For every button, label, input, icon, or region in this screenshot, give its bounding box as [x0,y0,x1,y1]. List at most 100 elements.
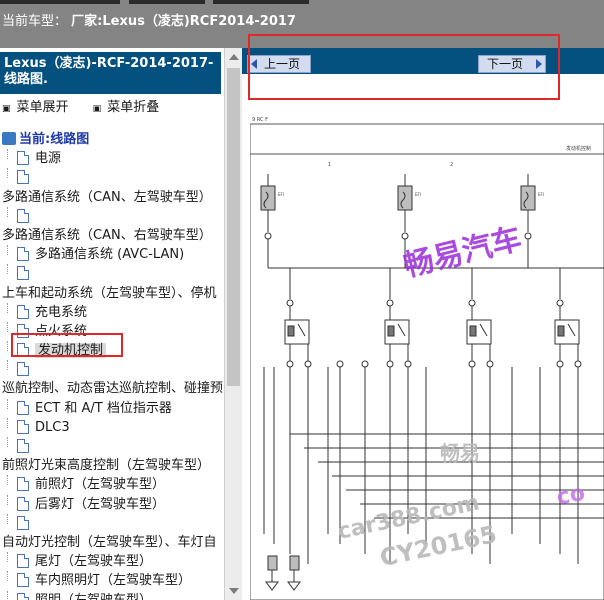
tree-connector [7,168,8,179]
document-icon [17,477,29,492]
tree-connector [7,245,8,256]
document-icon [17,170,29,185]
document-icon [17,400,29,415]
tree-category[interactable]: 前照灯光束高度控制（左驾驶车型） [0,456,224,475]
tab-strip-3[interactable] [213,0,309,4]
connector-pin [574,360,582,368]
tree-item[interactable]: ECT 和 A/T 档位指示器 [0,398,224,418]
tree-category[interactable]: 巡航控制、动态雷达巡航控制、碰撞预 [0,379,224,398]
menu-actions: ▣ 菜单展开 ▣ 菜单折叠 [2,96,179,115]
connector-pin [386,299,394,307]
tree-item[interactable]: 多路通信系统 (AVC-LAN) [0,245,224,264]
sidebar-scrollbar[interactable] [224,48,242,600]
expand-menu-label: 菜单展开 [16,100,69,115]
tree-connector [7,398,8,409]
tree-connector [7,417,8,428]
scroll-thumb[interactable] [227,68,240,386]
tree-item-label: 前照灯光束高度控制（左驾驶车型） [2,458,211,474]
diagram-frame [250,123,604,600]
selected-item-highlight-box [11,333,123,357]
column-marker-2: 2 [450,162,453,168]
ground-symbol [287,581,301,591]
connector-pin [361,360,369,368]
tree-connector [7,571,8,582]
fuse-label: EFI [415,192,421,197]
connector-pin [486,360,494,368]
vehicle-prefix: 当前车型： [2,14,68,29]
tree-item[interactable] [0,264,224,283]
sidebar-title: Lexus（凌志)-RCF-2014-2017- 线路图. [0,52,221,94]
connector-pin [556,299,564,307]
document-icon [17,515,29,530]
connector-pin [524,232,532,240]
square-icon: ▣ [2,104,11,114]
scroll-down-icon[interactable] [229,588,239,594]
tree-item-label: 多路通信系统 (AVC-LAN) [35,247,185,263]
document-icon [17,592,29,600]
tree-item-label: 尾灯（左驾驶车型） [35,554,153,570]
tree-item[interactable]: DLC3 [0,417,224,437]
fuse-label: EFI [538,192,544,197]
document-icon [17,362,29,377]
relay-coil [287,325,295,337]
tree-root-label: 当前:线路图 [19,132,90,147]
tree-item-label: 电源 [35,151,62,167]
ground-connector [267,555,278,571]
wire-group: EFI EFI EFI [260,174,604,591]
tree-item[interactable] [0,437,224,456]
diagram-panel: 上一页 下一页 9 RC F 发动机控制 1 2 EFI EFI EFI 畅易汽车畅… [242,34,604,600]
document-icon [17,439,29,453]
tree-item[interactable] [0,513,224,533]
tree-category[interactable]: 多路通信系统（CAN、左驾驶车型） [0,188,224,207]
tree-item-label: 上车和起动系统（左驾驶车型）、停机 [2,285,217,301]
tree-connector [7,590,8,600]
relay-coil [557,325,565,337]
document-icon [17,247,29,262]
diagram-folder-icon [2,132,16,145]
tree-item[interactable] [0,360,224,379]
watermark-text: 畅易汽车 [400,221,525,284]
tree-item[interactable]: 前照灯（左驾驶车型） [0,475,224,494]
tree-item[interactable] [0,168,224,187]
tree-connector [7,475,8,486]
collapse-menu-button[interactable]: ▣ 菜单折叠 [93,100,170,115]
document-icon [17,266,29,281]
tree-item[interactable] [0,206,224,226]
vehicle-name: 厂家:Lexus（凌志)RCF2014-2017 [71,14,296,29]
tree-item-label: 照明（左驾驶车型） [35,592,153,600]
tree-item-label: 多路通信系统（CAN、右驾驶车型） [2,227,212,243]
tree-item-label: 充电系统 [35,304,88,320]
tab-strip-1[interactable] [0,0,120,4]
tree-item-label: 前照灯（左驾驶车型） [35,477,166,493]
tree-root[interactable]: 当前:线路图 [0,130,224,149]
connector-pin [404,360,412,368]
tree-connector [7,494,8,505]
tree-item[interactable]: 电源 [0,149,224,168]
column-marker-1: 1 [328,162,331,168]
tree-connector [7,264,8,275]
document-icon [17,573,29,588]
scroll-up-icon[interactable] [229,54,239,60]
tree-category[interactable]: 多路通信系统（CAN、右驾驶车型） [0,226,224,245]
tree-category[interactable]: 上车和起动系统（左驾驶车型）、停机 [0,284,224,303]
tree-item[interactable]: 车内照明灯（左驾驶车型） [0,571,224,590]
connector-pin [304,360,312,368]
document-icon [17,208,29,223]
tree-connector [7,302,8,313]
tree-item[interactable]: 后雾灯（左驾驶车型） [0,494,224,514]
document-icon [17,496,29,511]
watermark-text: co [555,481,587,511]
document-icon [17,151,29,166]
tree-item[interactable]: 照明（左驾驶车型） [0,590,224,600]
tree-item[interactable]: 尾灯（左驾驶车型） [0,552,224,571]
ground-connector [289,555,300,571]
section-title-text: 发动机控制 [566,145,591,152]
tree-category[interactable]: 自动灯光控制（左驾驶车型）、车灯自 [0,533,224,552]
fuse-label: EFI [278,192,284,197]
tree-item-label: DLC3 [35,419,70,435]
tab-strip-2[interactable] [129,0,205,4]
tree-connector [7,206,8,217]
document-icon [17,304,29,319]
expand-menu-button[interactable]: ▣ 菜单展开 [2,100,79,115]
tree-item[interactable]: 充电系统 [0,302,224,322]
